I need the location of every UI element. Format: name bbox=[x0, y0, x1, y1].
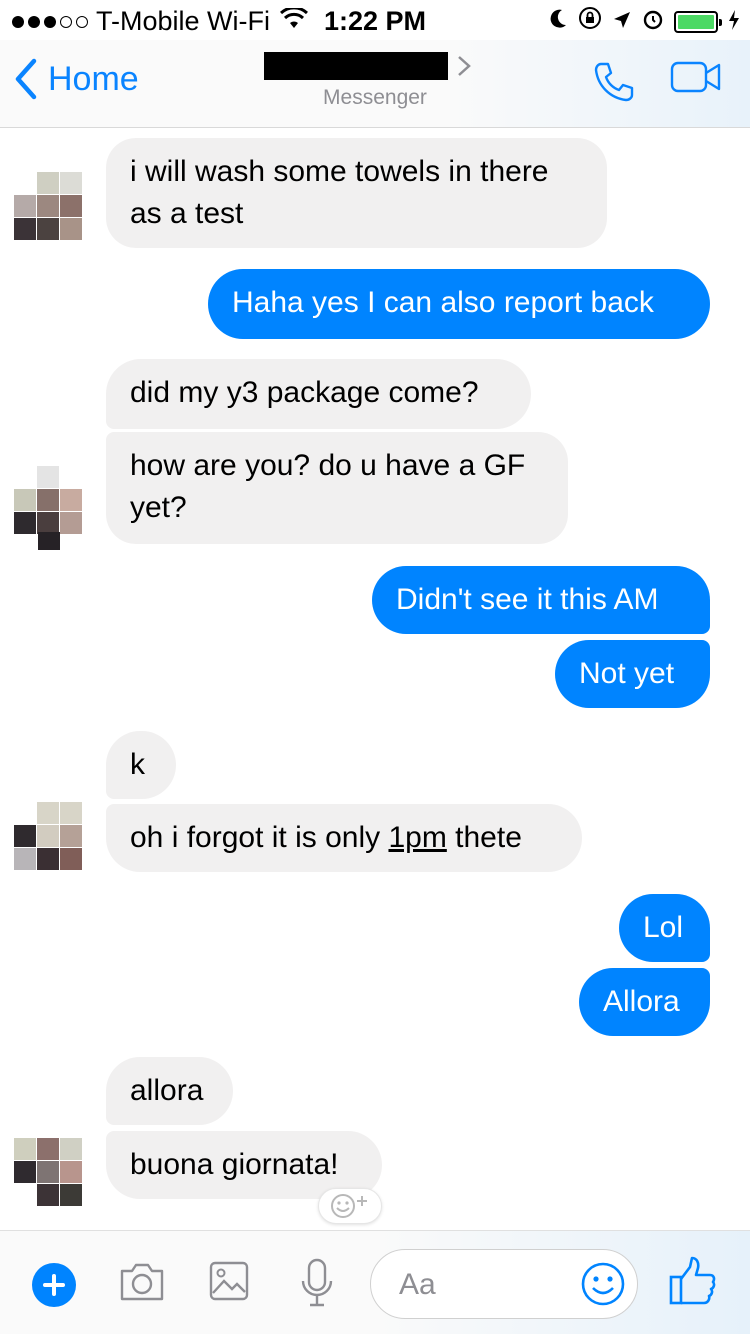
orientation-lock-icon bbox=[578, 6, 602, 37]
contact-avatar[interactable] bbox=[14, 466, 82, 534]
message-text-line: yet? bbox=[130, 491, 187, 524]
message-outgoing[interactable]: Didn't see it this AM bbox=[372, 566, 710, 634]
message-outgoing[interactable]: Allora bbox=[579, 968, 710, 1036]
status-right bbox=[548, 6, 740, 37]
message-incoming[interactable]: oh i forgot it is only 1pm thete bbox=[106, 804, 582, 872]
nav-bar: Home Messenger bbox=[0, 40, 750, 128]
add-reaction-button[interactable] bbox=[318, 1188, 382, 1224]
message-text: thete bbox=[446, 821, 522, 854]
redacted-contact-name bbox=[264, 52, 448, 80]
photo-gallery-icon[interactable] bbox=[208, 1259, 250, 1308]
message-input[interactable]: Aa bbox=[370, 1249, 638, 1319]
charging-icon bbox=[728, 6, 740, 37]
microphone-icon[interactable] bbox=[300, 1257, 334, 1314]
message-input-placeholder: Aa bbox=[399, 1268, 436, 1301]
message-text: oh i forgot it is only bbox=[130, 821, 389, 854]
message-incoming[interactable]: did my y3 package come? bbox=[106, 359, 531, 429]
contact-avatar[interactable] bbox=[14, 1138, 82, 1206]
location-icon bbox=[612, 6, 632, 37]
message-text-line: i will wash some towels in there bbox=[130, 155, 549, 188]
message-outgoing[interactable]: Haha yes I can also report back bbox=[208, 269, 710, 339]
plus-icon bbox=[43, 1274, 65, 1296]
more-actions-button[interactable] bbox=[32, 1263, 76, 1307]
alarm-icon bbox=[642, 6, 664, 37]
contact-avatar[interactable] bbox=[14, 802, 82, 870]
nav-actions bbox=[592, 60, 722, 109]
status-bar: T-Mobile Wi-Fi 1:22 PM bbox=[0, 0, 750, 40]
message-outgoing[interactable]: Not yet bbox=[555, 640, 710, 708]
contact-avatar[interactable] bbox=[14, 172, 82, 240]
phone-call-icon[interactable] bbox=[592, 60, 636, 109]
message-incoming[interactable]: i will wash some towels in there as a te… bbox=[106, 138, 607, 248]
moon-icon bbox=[548, 6, 568, 37]
avatar-pixel-tail bbox=[38, 532, 60, 550]
composer-bar: Aa bbox=[0, 1230, 750, 1334]
emoji-icon[interactable] bbox=[579, 1260, 627, 1313]
like-thumbs-up-icon[interactable] bbox=[668, 1255, 718, 1312]
camera-icon[interactable] bbox=[118, 1259, 166, 1308]
conversation-title[interactable] bbox=[264, 52, 471, 80]
message-incoming[interactable]: allora bbox=[106, 1057, 233, 1125]
time-link[interactable]: 1pm bbox=[388, 821, 446, 854]
add-reaction-icon bbox=[331, 1194, 367, 1218]
message-outgoing[interactable]: Lol bbox=[619, 894, 710, 962]
message-text-line: how are you? do u have a GF bbox=[130, 449, 526, 482]
video-call-icon[interactable] bbox=[670, 60, 722, 109]
message-incoming[interactable]: k bbox=[106, 731, 176, 799]
chevron-right-icon bbox=[458, 56, 471, 76]
message-incoming[interactable]: how are you? do u have a GF yet? bbox=[106, 432, 568, 544]
message-text-line: as a test bbox=[130, 197, 244, 230]
battery-icon bbox=[674, 10, 722, 33]
